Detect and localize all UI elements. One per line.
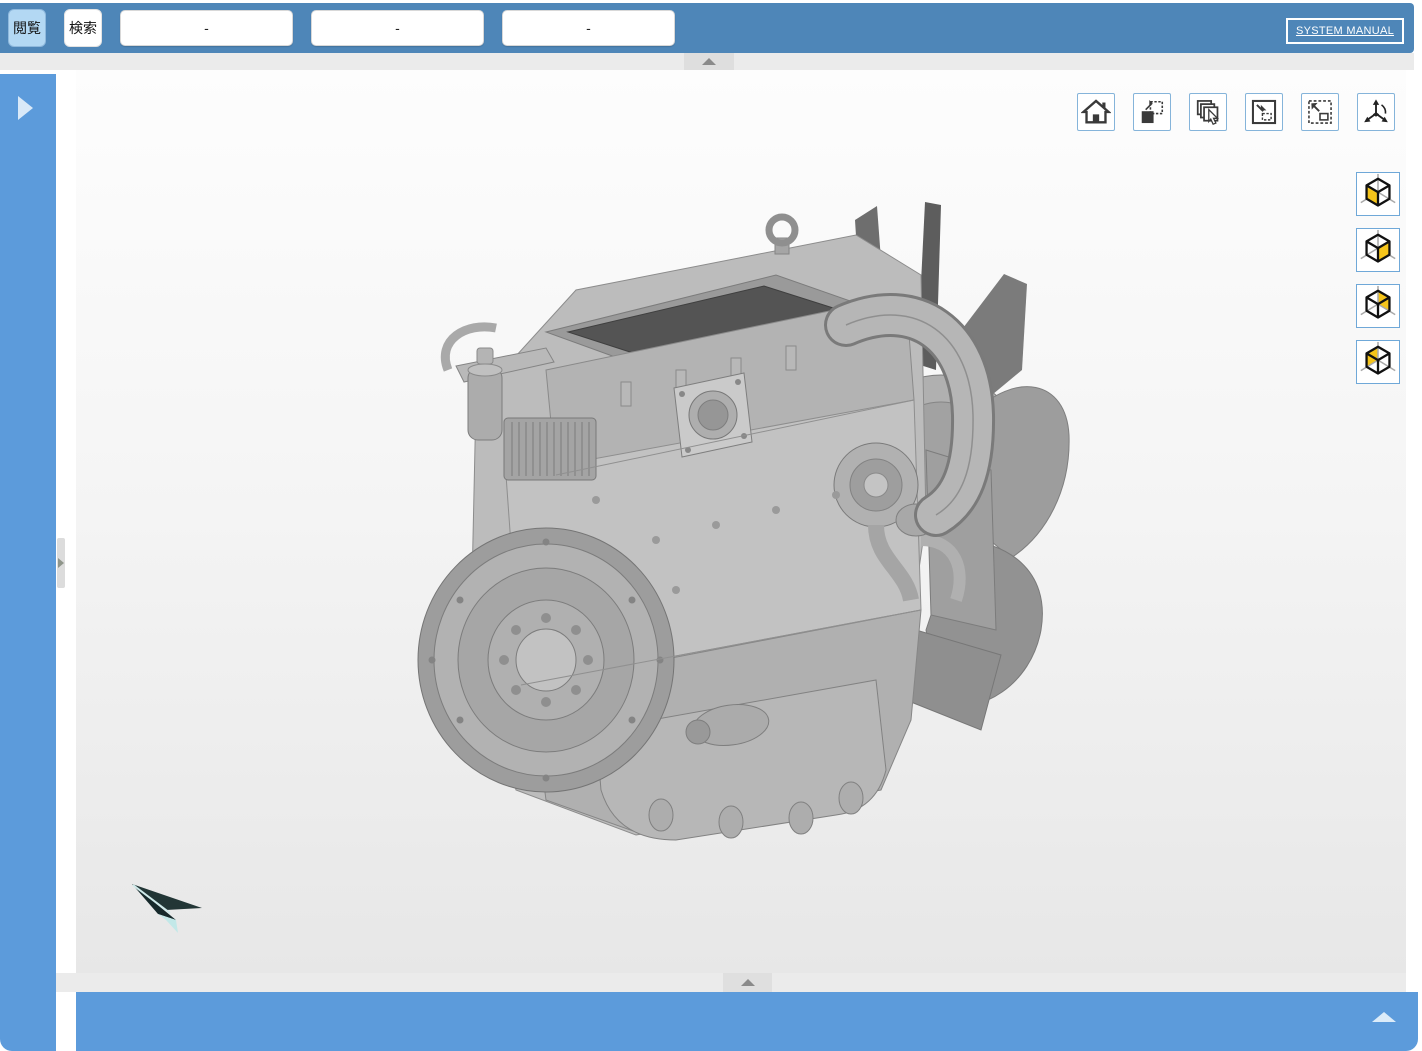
left-sidebar: [0, 74, 56, 1051]
tab-browse[interactable]: 閲覧: [8, 9, 46, 47]
view-cube-icon: [1357, 341, 1399, 383]
view-cube-rear-left-button[interactable]: [1356, 340, 1400, 384]
zoom-out-region-button[interactable]: [1301, 93, 1339, 131]
view-cube-front-right-button[interactable]: [1356, 228, 1400, 272]
top-toolbar: 閲覧 検索 - - - SYSTEM MANUAL: [0, 3, 1414, 53]
chevron-right-icon: [58, 558, 64, 568]
panel-splitter-handle[interactable]: [57, 538, 65, 588]
view-cube-front-left-button[interactable]: [1356, 172, 1400, 216]
selector-dropdown-1[interactable]: -: [120, 10, 293, 46]
chevron-right-icon: [18, 96, 33, 120]
zoom-out-region-icon: [1305, 97, 1335, 127]
multi-select-icon: [1193, 97, 1223, 127]
zoom-in-region-icon: [1249, 97, 1279, 127]
view-cube-rear-right-button[interactable]: [1356, 284, 1400, 328]
bottom-collapse-tab[interactable]: [723, 973, 772, 992]
sidebar-expand-button[interactable]: [18, 96, 38, 122]
fit-to-view-button[interactable]: [1133, 93, 1171, 131]
rotate-3d-axes-icon: [1361, 97, 1391, 127]
zoom-in-region-button[interactable]: [1245, 93, 1283, 131]
multi-select-button[interactable]: [1189, 93, 1227, 131]
engine-rendering: [76, 70, 1406, 973]
view-cube-icon: [1357, 285, 1399, 327]
selector-dropdown-2[interactable]: -: [311, 10, 484, 46]
paper-plane-logo: [128, 876, 206, 934]
viewer-canvas[interactable]: [76, 70, 1406, 973]
rotate-3d-button[interactable]: [1357, 93, 1395, 131]
top-collapse-strip: [0, 53, 1414, 70]
system-manual-link[interactable]: SYSTEM MANUAL: [1286, 18, 1404, 44]
view-cube-icon: [1357, 229, 1399, 271]
home-button[interactable]: [1077, 93, 1115, 131]
top-collapse-tab[interactable]: [684, 53, 734, 70]
tab-search[interactable]: 検索: [64, 9, 102, 47]
view-cube-icon: [1357, 173, 1399, 215]
collapse-up-icon: [702, 58, 716, 65]
selector-dropdown-3[interactable]: -: [502, 10, 675, 46]
app-window: 閲覧 検索 - - - SYSTEM MANUAL: [0, 0, 1422, 1051]
collapse-up-icon: [741, 979, 755, 986]
home-icon: [1081, 97, 1111, 127]
engine-3d-model[interactable]: [76, 70, 1406, 973]
bottom-collapse-strip: [56, 973, 1406, 992]
bottom-panel-bar: [76, 992, 1418, 1051]
fit-to-view-icon: [1137, 97, 1167, 127]
bottom-panel-expand-button[interactable]: [1372, 1012, 1398, 1032]
chevron-up-icon: [1372, 1012, 1396, 1022]
paper-plane-icon: [128, 876, 206, 934]
